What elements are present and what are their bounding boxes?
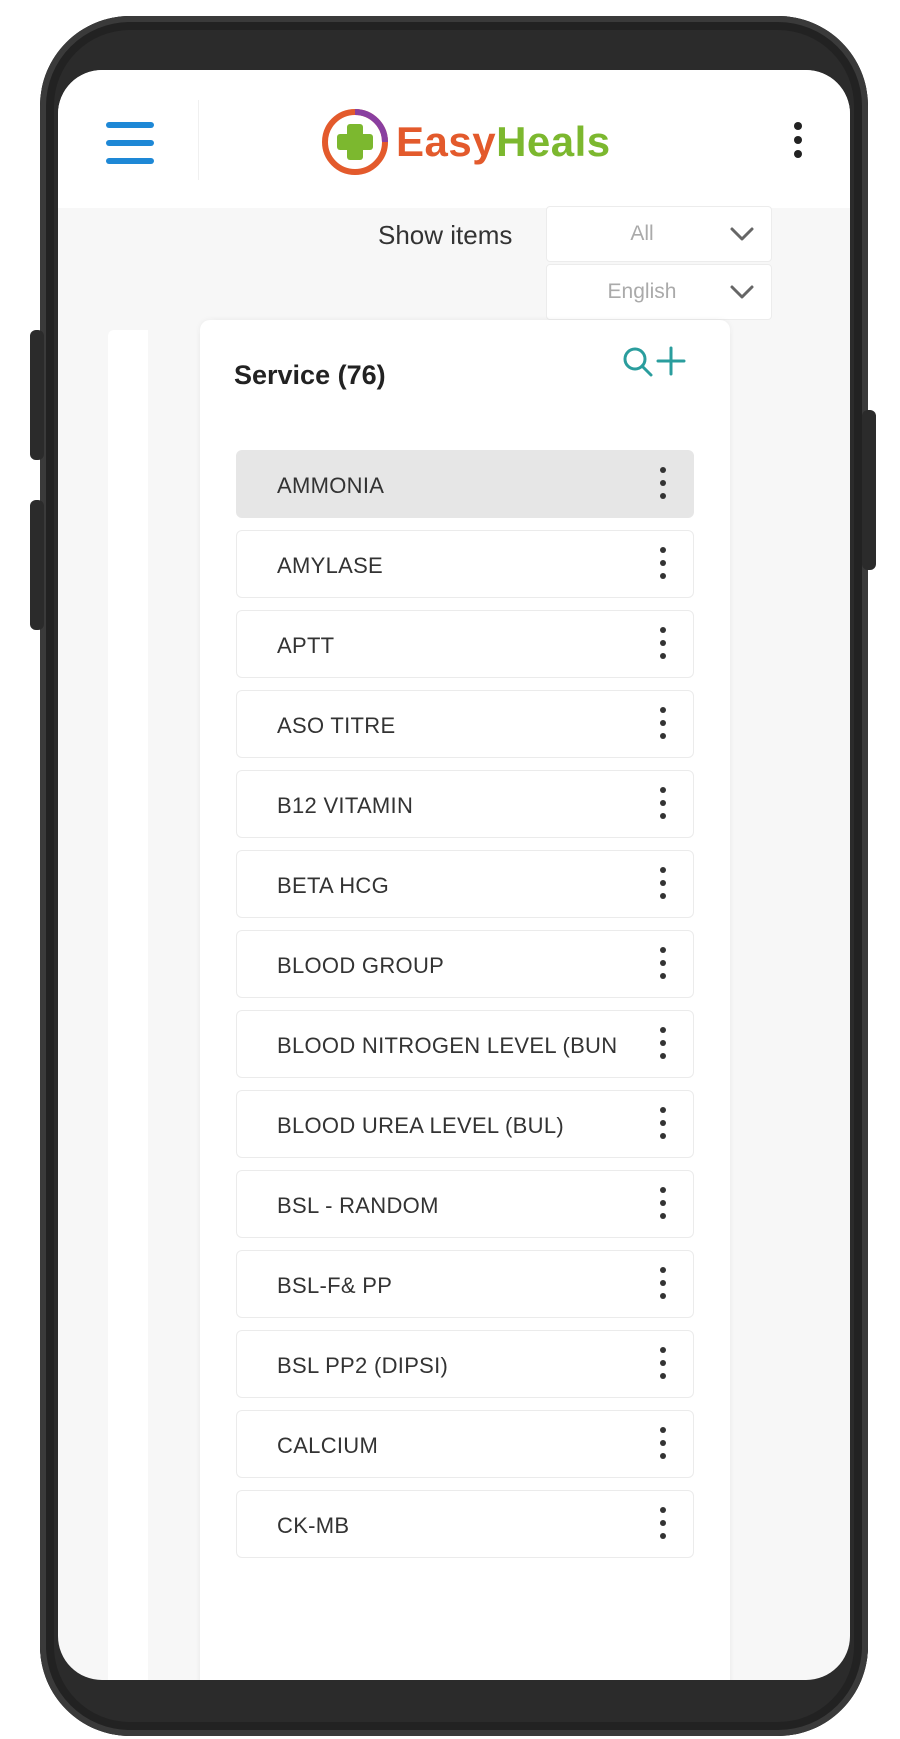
service-item-label: BSL - RANDOM [277,1193,439,1218]
hamburger-menu-icon[interactable] [106,122,156,164]
service-item-label: BSL PP2 (DIPSI) [277,1353,449,1378]
service-list-item[interactable]: ASO TITRE [236,690,694,758]
more-vertical-icon[interactable] [659,707,667,743]
service-item-label: BLOOD GROUP [277,953,445,978]
language-select-value: English [607,280,677,303]
service-list-item[interactable]: APTT [236,610,694,678]
service-panel-actions [622,342,686,382]
search-icon[interactable] [622,346,654,378]
service-item-label: BLOOD NITROGEN LEVEL (BUN [277,1033,618,1058]
service-item-label: CK-MB [277,1513,350,1538]
brand-name-part2: Heals [496,118,611,165]
service-list-item[interactable]: BETA HCG [236,850,694,918]
service-item-label: ASO TITRE [277,713,396,738]
service-panel-title: Service (76) [234,360,386,390]
more-vertical-icon[interactable] [659,627,667,663]
collapsed-side-panel [108,330,148,1680]
more-vertical-icon[interactable] [659,867,667,903]
show-items-label: Show items [378,220,513,250]
phone-side-button [862,410,876,570]
more-vertical-icon[interactable] [659,467,667,503]
service-list-item[interactable]: BLOOD NITROGEN LEVEL (BUN [236,1010,694,1078]
more-vertical-icon[interactable] [659,1107,667,1143]
service-item-label: AMMONIA [277,473,385,498]
service-list-card: Service (76) AMMONIA AMYLASE APTT ASO TITRE… [200,320,730,1680]
service-item-label: BSL-F& PP [277,1273,393,1298]
service-list-item[interactable]: B12 VITAMIN [236,770,694,838]
phone-side-button [30,500,44,630]
service-item-label: AMYLASE [277,553,384,578]
service-list-item[interactable]: CK-MB [236,1490,694,1558]
service-list-item[interactable]: CALCIUM [236,1410,694,1478]
plus-icon[interactable] [656,346,686,376]
service-list-item[interactable]: BSL - RANDOM [236,1170,694,1238]
more-vertical-icon[interactable] [659,547,667,583]
more-vertical-icon[interactable] [659,787,667,823]
header-divider [198,100,199,180]
service-list-item[interactable]: BSL PP2 (DIPSI) [236,1330,694,1398]
service-item-label: B12 VITAMIN [277,793,414,818]
brand-name: EasyHeals [396,118,611,166]
easyheals-logo: EasyHeals [320,104,611,180]
service-item-label: APTT [277,633,335,658]
chevron-down-icon [730,285,754,299]
language-select[interactable]: English [546,264,772,320]
more-vertical-icon[interactable] [659,947,667,983]
service-list-item[interactable]: AMYLASE [236,530,694,598]
service-list-item[interactable]: BLOOD GROUP [236,930,694,998]
chevron-down-icon [730,227,754,241]
service-item-label: BETA HCG [277,873,390,898]
service-list-item[interactable]: BSL-F& PP [236,1250,694,1318]
service-list-item[interactable]: BLOOD UREA LEVEL (BUL) [236,1090,694,1158]
more-vertical-icon[interactable] [794,122,802,158]
medical-cross-logo-icon [320,107,390,177]
more-vertical-icon[interactable] [659,1347,667,1383]
phone-side-button [30,330,44,460]
service-item-label: CALCIUM [277,1433,379,1458]
service-item-label: BLOOD UREA LEVEL (BUL) [277,1113,564,1138]
show-items-select-value: All [630,222,654,245]
more-vertical-icon[interactable] [659,1027,667,1063]
more-vertical-icon[interactable] [659,1507,667,1543]
show-items-select[interactable]: All [546,206,772,262]
more-vertical-icon[interactable] [659,1187,667,1223]
top-app-bar: EasyHeals [58,70,850,208]
brand-name-part1: Easy [396,118,497,165]
app-screen: EasyHeals Show items All English Service… [58,70,850,1680]
service-list-item[interactable]: AMMONIA [236,450,694,518]
more-vertical-icon[interactable] [659,1267,667,1303]
more-vertical-icon[interactable] [659,1427,667,1463]
